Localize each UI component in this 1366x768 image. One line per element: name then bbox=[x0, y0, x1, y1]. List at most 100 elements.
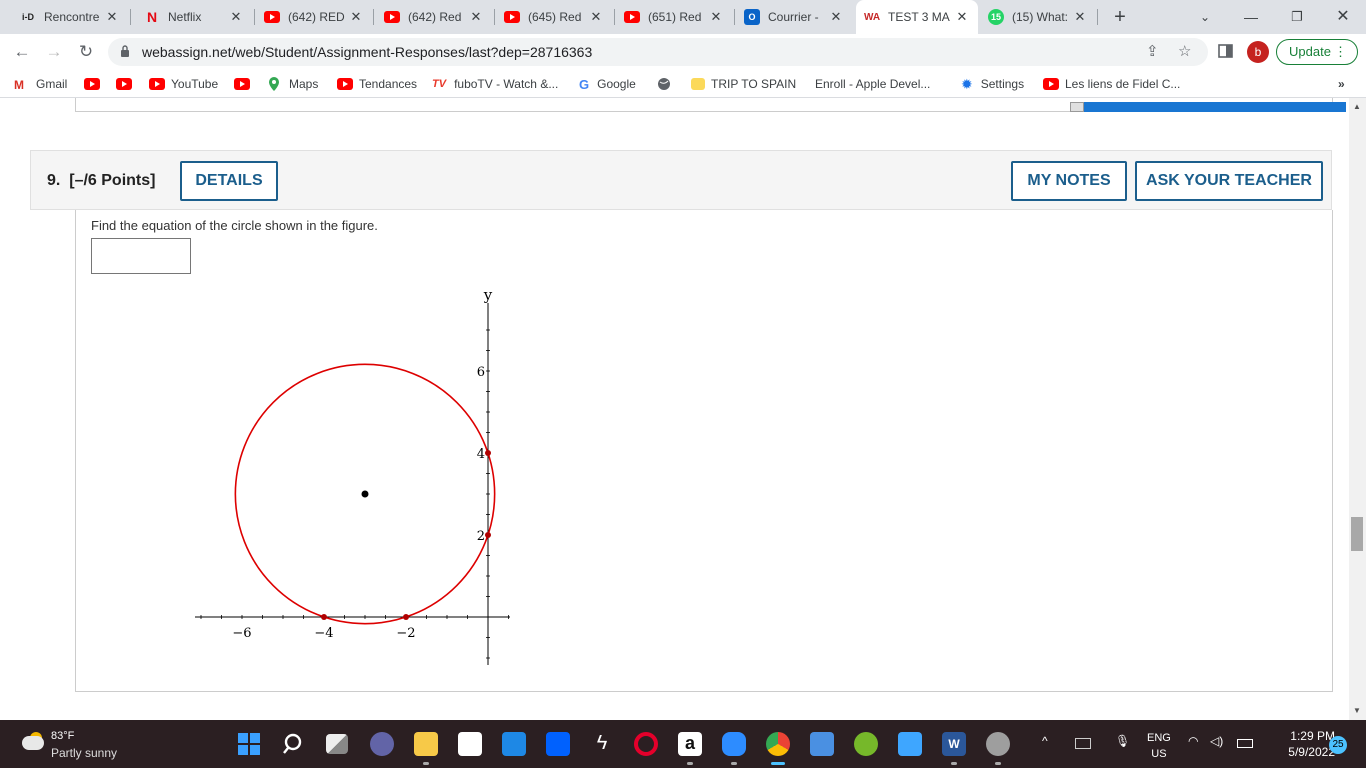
settings-gear-icon[interactable] bbox=[986, 732, 1010, 756]
zoom-icon[interactable] bbox=[722, 732, 746, 756]
weather-cloud-icon[interactable] bbox=[22, 736, 44, 750]
update-button[interactable]: Update ⋮ bbox=[1276, 39, 1358, 65]
ask-your-teacher-button[interactable]: ASK YOUR TEACHER bbox=[1135, 161, 1323, 201]
weather-description[interactable]: Partly sunny bbox=[51, 746, 117, 760]
outlook-icon: O bbox=[744, 9, 760, 25]
bookmark-enroll-apple[interactable]: Enroll - Apple Devel... bbox=[807, 76, 930, 92]
close-icon[interactable]: ✕ bbox=[348, 9, 364, 25]
lock-icon bbox=[121, 45, 129, 57]
more-menu-icon: ⋮ bbox=[1334, 44, 1347, 59]
back-button[interactable]: ← bbox=[10, 40, 34, 64]
tab-netflix[interactable]: N Netflix ✕ bbox=[136, 0, 252, 34]
bookmark-globe[interactable] bbox=[657, 76, 671, 92]
bookmark-fubotv[interactable]: TV fuboTV - Watch &... bbox=[432, 76, 558, 92]
close-icon[interactable]: ✕ bbox=[228, 9, 244, 25]
amazon-icon[interactable]: a bbox=[678, 732, 702, 756]
close-icon[interactable]: ✕ bbox=[828, 9, 844, 25]
word-icon[interactable]: W bbox=[942, 732, 966, 756]
volume-icon[interactable]: ◁) bbox=[1210, 734, 1223, 748]
close-icon[interactable]: ✕ bbox=[708, 9, 724, 25]
restore-button[interactable]: ❐ bbox=[1274, 0, 1320, 34]
share-icon[interactable]: ⇪ bbox=[1146, 42, 1159, 60]
tab-outlook-courrier[interactable]: O Courrier - ✕ bbox=[736, 0, 852, 34]
microsoft-store-icon[interactable] bbox=[458, 732, 482, 756]
youtube-icon bbox=[234, 78, 250, 90]
bookmark-trip-to-spain[interactable]: TRIP TO SPAIN bbox=[691, 76, 796, 92]
bookmark-youtube-1[interactable] bbox=[84, 76, 106, 92]
tab-youtube-645-red[interactable]: (645) Red ✕ bbox=[496, 0, 612, 34]
mail-icon[interactable] bbox=[502, 732, 526, 756]
scroll-up-arrow-icon[interactable]: ▲ bbox=[1352, 102, 1362, 111]
question-number-text: 9. bbox=[47, 172, 61, 189]
chrome-icon[interactable] bbox=[766, 732, 790, 756]
tab-youtube-642-red-2[interactable]: (642) Red ✕ bbox=[376, 0, 492, 34]
close-icon[interactable]: ✕ bbox=[104, 9, 120, 25]
language-indicator[interactable]: ENG US bbox=[1147, 730, 1171, 762]
tab-youtube-642-red[interactable]: (642) RED ✕ bbox=[256, 0, 372, 34]
tab-rencontre[interactable]: i-D Rencontre ✕ bbox=[12, 0, 128, 34]
close-icon[interactable]: ✕ bbox=[954, 9, 970, 25]
battery-icon[interactable] bbox=[1237, 739, 1253, 748]
close-window-button[interactable]: ✕ bbox=[1320, 0, 1366, 34]
tab-title: (645) Red bbox=[528, 10, 582, 24]
notification-badge[interactable]: 25 bbox=[1329, 736, 1347, 754]
bookmark-label: Gmail bbox=[36, 77, 68, 91]
close-icon[interactable]: ✕ bbox=[1072, 9, 1088, 25]
gear-icon: ✹ bbox=[961, 75, 973, 92]
weather-temperature[interactable]: 83°F bbox=[51, 730, 74, 742]
bookmark-label: TRIP TO SPAIN bbox=[711, 77, 797, 91]
tab-webassign-test[interactable]: WA TEST 3 MA ✕ bbox=[856, 0, 978, 34]
bookmark-star-icon[interactable]: ☆ bbox=[1178, 42, 1191, 60]
task-view-icon[interactable] bbox=[326, 734, 348, 754]
tab-search-chevron-icon[interactable]: ⌄ bbox=[1182, 0, 1228, 34]
profile-avatar[interactable]: b bbox=[1247, 41, 1269, 63]
address-bar[interactable]: webassign.net/web/Student/Assignment-Res… bbox=[108, 38, 1208, 66]
new-tab-button[interactable]: + bbox=[1108, 5, 1132, 29]
side-panel-icon[interactable] bbox=[1217, 42, 1235, 60]
tab-youtube-651-red[interactable]: (651) Red ✕ bbox=[616, 0, 732, 34]
minimize-button[interactable]: — bbox=[1228, 0, 1274, 34]
url-text: webassign.net/web/Student/Assignment-Res… bbox=[142, 44, 593, 60]
windows-start-icon[interactable] bbox=[237, 732, 261, 756]
scroll-down-arrow-icon[interactable]: ▼ bbox=[1352, 706, 1362, 715]
id-favicon-icon: i-D bbox=[22, 12, 34, 22]
bookmark-youtube[interactable]: YouTube bbox=[149, 76, 218, 92]
bookmark-tendances[interactable]: Tendances bbox=[337, 76, 417, 92]
bookmarks-overflow-button[interactable]: » bbox=[1338, 76, 1345, 92]
clock[interactable]: 1:29 PM 5/9/2022 bbox=[1265, 728, 1335, 760]
bookmark-youtube-3[interactable] bbox=[234, 76, 256, 92]
bookmark-google[interactable]: G Google bbox=[579, 76, 636, 92]
bookmark-settings[interactable]: ✹ Settings bbox=[961, 76, 1024, 92]
bookmark-maps[interactable]: Maps bbox=[267, 76, 318, 92]
file-explorer-icon[interactable] bbox=[414, 732, 438, 756]
answer-input[interactable] bbox=[91, 238, 191, 274]
dropbox-icon[interactable] bbox=[546, 732, 570, 756]
vertical-scrollbar-thumb[interactable] bbox=[1351, 517, 1363, 551]
bookmark-youtube-2[interactable] bbox=[116, 76, 138, 92]
microphone-icon[interactable]: 🎙︎ bbox=[1115, 734, 1130, 748]
teams-chat-icon[interactable] bbox=[370, 732, 394, 756]
keyboard-icon[interactable] bbox=[1075, 738, 1091, 749]
notepad-icon[interactable] bbox=[898, 732, 922, 756]
app-bolt-icon[interactable]: ϟ bbox=[590, 732, 614, 756]
utorrent-icon[interactable] bbox=[854, 732, 878, 756]
wifi-icon[interactable]: ◠ bbox=[1188, 734, 1198, 748]
close-icon[interactable]: ✕ bbox=[588, 9, 604, 25]
opera-icon[interactable] bbox=[634, 732, 658, 756]
my-notes-button[interactable]: MY NOTES bbox=[1011, 161, 1127, 201]
close-icon[interactable]: ✕ bbox=[468, 9, 484, 25]
vertical-scrollbar[interactable] bbox=[1349, 98, 1366, 720]
reload-button[interactable]: ↻ bbox=[74, 40, 98, 64]
bookmark-les-liens[interactable]: Les liens de Fidel C... bbox=[1043, 76, 1180, 92]
folder-icon bbox=[691, 78, 705, 90]
horizontal-scrollbar[interactable] bbox=[1070, 102, 1346, 112]
horizontal-scrollbar-handle[interactable] bbox=[1070, 102, 1084, 112]
x-tick-label: −6 bbox=[232, 626, 251, 641]
search-icon[interactable] bbox=[282, 732, 306, 756]
forward-button[interactable]: → bbox=[42, 40, 66, 64]
bookmark-gmail[interactable]: M Gmail bbox=[14, 76, 67, 92]
show-hidden-icons-chevron-icon[interactable]: ^ bbox=[1042, 734, 1048, 748]
details-button[interactable]: DETAILS bbox=[180, 161, 278, 201]
tab-whatsapp[interactable]: 15 (15) What: ✕ bbox=[980, 0, 1096, 34]
virtualbox-icon[interactable] bbox=[810, 732, 834, 756]
